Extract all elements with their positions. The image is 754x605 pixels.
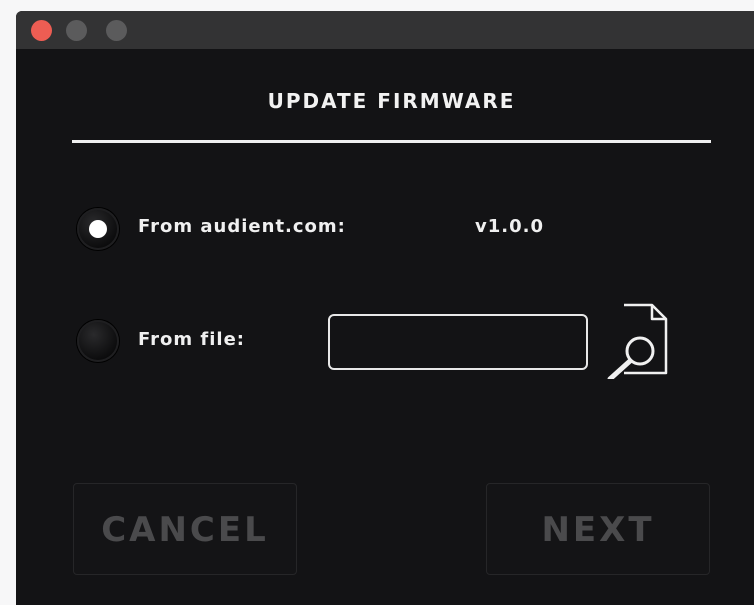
close-window-button[interactable] — [31, 20, 52, 41]
dialog-title: UPDATE FIRMWARE — [267, 89, 516, 113]
title-divider — [72, 140, 711, 143]
radio-selected-dot — [89, 220, 107, 238]
option-label-file: From file: — [138, 329, 245, 350]
radio-from-audient[interactable] — [77, 208, 119, 250]
file-search-icon[interactable] — [602, 301, 672, 379]
firmware-update-window: UPDATE FIRMWARE From audient.com: v1.0.0… — [16, 11, 754, 605]
cancel-button[interactable]: CANCEL — [73, 483, 297, 575]
next-button[interactable]: NEXT — [486, 483, 710, 575]
title-bar — [16, 11, 754, 49]
firmware-version: v1.0.0 — [475, 216, 544, 237]
file-path-input[interactable] — [328, 314, 588, 370]
minimize-window-button[interactable] — [66, 20, 87, 41]
option-label-audient: From audient.com: — [138, 216, 346, 237]
radio-from-file[interactable] — [77, 320, 119, 362]
maximize-window-button[interactable] — [106, 20, 127, 41]
